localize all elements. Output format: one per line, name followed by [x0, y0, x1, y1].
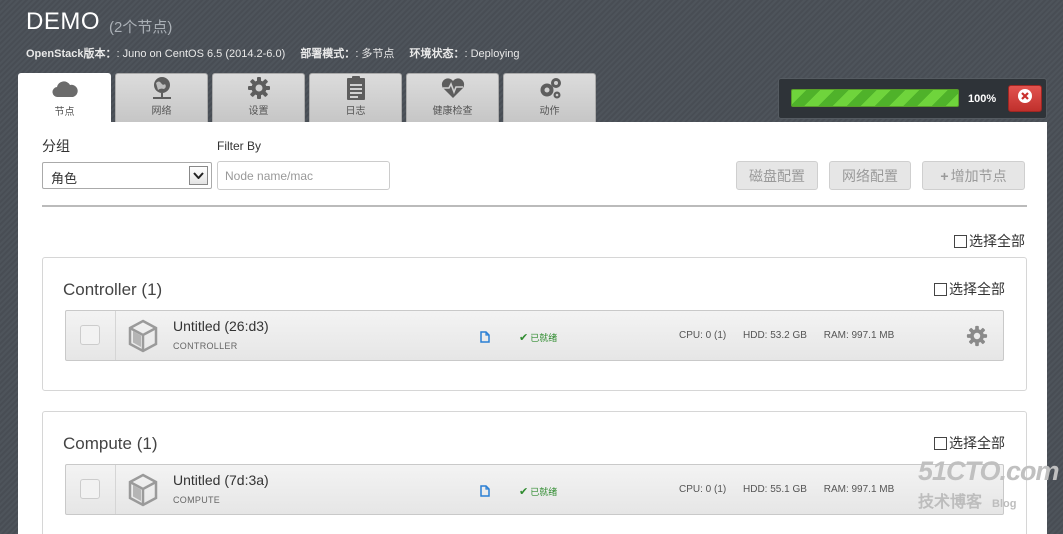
tab-nodes[interactable]: 节点 — [18, 73, 111, 123]
server-box-icon — [128, 473, 158, 512]
view-logs-icon[interactable] — [480, 330, 490, 348]
chevron-down-icon — [189, 166, 208, 185]
node-separator — [115, 465, 116, 514]
group-by-select[interactable]: 角色 — [42, 162, 212, 189]
node-group-controller: Controller (1) 选择全部 Untitled (26:d3) CON… — [42, 257, 1027, 391]
node-checkbox[interactable] — [80, 479, 100, 499]
meta-mode-value: : 多节点 — [355, 48, 395, 60]
group-by-value: 角色 — [51, 171, 78, 186]
node-cpu: CPU: 0 (1) — [679, 484, 727, 495]
node-row[interactable]: Untitled (7d:3a) COMPUTE ✔ 已就绪 CPU: 0 (1)… — [65, 464, 1004, 515]
node-role: COMPUTE — [173, 495, 221, 505]
node-settings-gear-icon[interactable] — [966, 325, 988, 352]
node-specs: CPU: 0 (1) HDD: 55.1 GB RAM: 997.1 MB — [679, 484, 908, 495]
node-ram: RAM: 997.1 MB — [823, 330, 895, 341]
environment-meta: OpenStack版本：: Juno on CentOS 6.5 (2014.2… — [26, 45, 532, 61]
view-logs-icon[interactable] — [480, 484, 490, 502]
node-name: Untitled (7d:3a) — [173, 472, 269, 488]
node-hdd: HDD: 55.1 GB — [743, 484, 807, 495]
tab-settings[interactable]: 设置 — [212, 73, 305, 122]
tab-network[interactable]: 网络 — [115, 73, 208, 122]
watermark-subtitle: 技术博客 — [918, 494, 983, 511]
server-box-icon — [128, 319, 158, 358]
disk-config-button[interactable]: 磁盘配置 — [736, 161, 818, 190]
environment-title: DEMO — [26, 8, 100, 35]
group-select-all[interactable]: 选择全部 — [934, 279, 1005, 299]
tab-health-check[interactable]: 健康检查 — [406, 73, 499, 122]
watermark-blog: Blog — [992, 498, 1017, 510]
node-hdd: HDD: 53.2 GB — [743, 330, 807, 341]
tab-logs[interactable]: 日志 — [309, 73, 402, 122]
node-count: (2个节点) — [109, 19, 173, 36]
group-by-label: 分组 — [42, 138, 70, 154]
group-select-all[interactable]: 选择全部 — [934, 433, 1005, 453]
meta-status-value: : Deploying — [464, 48, 520, 60]
plus-icon: + — [940, 167, 949, 184]
filter-by-label: Filter By — [217, 139, 262, 153]
gear-icon — [245, 75, 273, 101]
progress-bar — [791, 89, 959, 107]
node-name: Untitled (26:d3) — [173, 318, 269, 334]
cloud-icon — [51, 76, 79, 102]
check-icon: ✔ — [519, 332, 529, 344]
meta-version-label: OpenStack版本： — [26, 48, 117, 60]
add-nodes-button[interactable]: + 增加节点 — [922, 161, 1025, 190]
group-select-all-checkbox[interactable] — [934, 436, 947, 450]
node-checkbox[interactable] — [80, 325, 100, 345]
select-all-nodes[interactable]: 选择全部 — [954, 231, 1025, 251]
check-icon: ✔ — [519, 486, 529, 498]
group-title: Controller (1) — [63, 280, 163, 299]
meta-status-label: 环境状态： — [409, 48, 465, 60]
heart-pulse-icon — [439, 75, 467, 101]
nodes-panel: 分组 Filter By 角色 磁盘配置 网络配置 +增加节点 选择全部 Con… — [18, 122, 1047, 534]
node-group-compute: Compute (1) 选择全部 Untitled (7d:3a) COMPUT… — [42, 411, 1027, 534]
gears-icon — [536, 75, 564, 101]
group-select-all-checkbox[interactable] — [934, 282, 947, 296]
node-status: ✔ 已就绪 — [519, 486, 558, 498]
progress-percent: 100% — [968, 93, 997, 105]
node-specs: CPU: 0 (1) HDD: 53.2 GB RAM: 997.1 MB — [679, 330, 908, 341]
document-icon — [342, 75, 370, 101]
meta-version-value: : Juno on CentOS 6.5 (2014.2-6.0) — [116, 48, 286, 60]
node-ram: RAM: 997.1 MB — [823, 484, 895, 495]
node-row[interactable]: Untitled (26:d3) CONTROLLER ✔ 已就绪 CPU: 0 … — [65, 310, 1004, 361]
toolbar-divider — [42, 205, 1027, 207]
main-tabs: 节点 网络 设置 日志 健康检查 动作 — [18, 73, 600, 123]
node-cpu: CPU: 0 (1) — [679, 330, 727, 341]
stop-deployment-button[interactable] — [1008, 85, 1042, 112]
filter-input[interactable] — [217, 161, 390, 190]
watermark-brand: 51CTO.com — [918, 456, 1060, 486]
node-status: ✔ 已就绪 — [519, 332, 558, 344]
close-icon — [1017, 88, 1033, 109]
network-config-button[interactable]: 网络配置 — [829, 161, 911, 190]
watermark-logo: 51CTO.com 技术博客 Blog — [918, 456, 1060, 512]
node-separator — [115, 311, 116, 360]
globe-network-icon — [148, 75, 176, 101]
group-title: Compute (1) — [63, 434, 158, 453]
select-all-checkbox[interactable] — [954, 234, 967, 248]
meta-mode-label: 部署模式： — [300, 48, 356, 60]
deployment-progress: 100% — [778, 78, 1047, 119]
node-role: CONTROLLER — [173, 341, 238, 351]
tab-actions[interactable]: 动作 — [503, 73, 596, 122]
